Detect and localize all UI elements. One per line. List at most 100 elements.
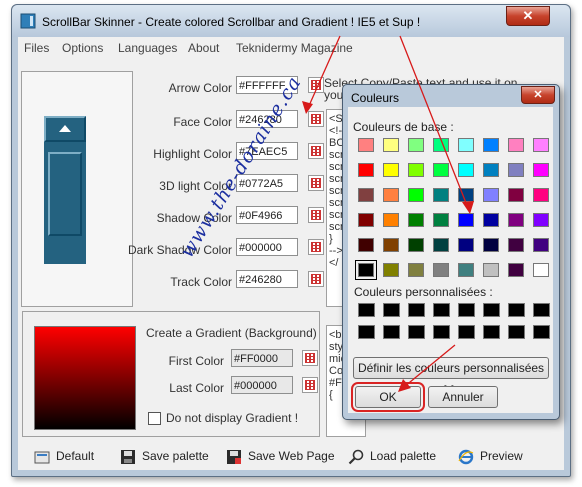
basic-color-swatch[interactable] [408, 138, 424, 152]
first-color-picker-icon[interactable] [302, 350, 318, 366]
scrollbar-preview [44, 116, 86, 264]
basic-color-swatch[interactable] [458, 188, 474, 202]
load-palette-button[interactable]: Load palette [348, 449, 436, 465]
basic-color-swatch[interactable] [458, 263, 474, 277]
basic-color-swatch[interactable] [508, 238, 524, 252]
scrollbar-up-arrow-button [44, 116, 86, 142]
basic-color-swatch[interactable] [458, 163, 474, 177]
basic-color-swatch[interactable] [408, 163, 424, 177]
custom-color-swatch[interactable] [508, 325, 525, 339]
basic-color-swatch[interactable] [483, 163, 499, 177]
basic-color-swatch[interactable] [458, 238, 474, 252]
custom-color-swatch[interactable] [508, 303, 525, 317]
basic-color-swatch[interactable] [383, 213, 399, 227]
title-bar[interactable]: ScrollBar Skinner - Create colored Scrol… [12, 5, 570, 37]
track-color-field[interactable]: #246280 [236, 270, 298, 288]
custom-color-swatch[interactable] [533, 303, 550, 317]
basic-color-swatch[interactable] [533, 213, 549, 227]
menu-about[interactable]: About [188, 41, 219, 55]
basic-color-swatch[interactable] [408, 263, 424, 277]
basic-color-swatch[interactable] [383, 238, 399, 252]
menu-teknidermy-magazine[interactable]: Teknidermy Magazine [236, 41, 353, 55]
save-web-page-button[interactable]: Save Web Page [226, 449, 335, 465]
basic-color-swatch[interactable] [508, 188, 524, 202]
basic-color-swatch[interactable] [533, 263, 549, 277]
basic-color-swatch[interactable] [358, 188, 374, 202]
basic-color-swatch[interactable] [383, 188, 399, 202]
custom-color-swatch[interactable] [383, 325, 400, 339]
custom-color-swatch[interactable] [433, 325, 450, 339]
last-color-label: Last Color [169, 381, 224, 395]
basic-color-swatch[interactable] [433, 263, 449, 277]
menu-languages[interactable]: Languages [118, 41, 177, 55]
basic-color-swatch[interactable] [358, 163, 374, 177]
menu-options[interactable]: Options [62, 41, 103, 55]
basic-color-swatch[interactable] [383, 263, 399, 277]
basic-color-swatch[interactable] [433, 188, 449, 202]
basic-color-swatch[interactable] [533, 163, 549, 177]
custom-color-swatch[interactable] [358, 325, 375, 339]
basic-color-swatch[interactable] [483, 138, 499, 152]
basic-color-swatch[interactable] [433, 238, 449, 252]
shadow-color-picker-icon[interactable] [308, 207, 324, 223]
highlight-color-picker-icon[interactable] [308, 143, 324, 159]
cancel-button[interactable]: Annuler [428, 386, 498, 408]
define-custom-colors-button[interactable]: Définir les couleurs personnalisées >> [353, 357, 549, 395]
basic-color-swatch[interactable] [458, 138, 474, 152]
custom-color-swatch[interactable] [533, 325, 550, 339]
custom-color-swatch[interactable] [458, 325, 475, 339]
basic-color-swatch[interactable] [408, 213, 424, 227]
up-arrow-icon [59, 125, 71, 132]
custom-color-swatch[interactable] [433, 303, 450, 317]
dark-shadow-color-field[interactable]: #000000 [236, 238, 298, 256]
basic-color-swatch[interactable] [408, 238, 424, 252]
basic-color-swatch[interactable] [433, 163, 449, 177]
custom-color-swatch[interactable] [458, 303, 475, 317]
last-color-picker-icon[interactable] [302, 377, 318, 393]
basic-color-swatch[interactable] [483, 188, 499, 202]
custom-color-swatch[interactable] [358, 303, 375, 317]
custom-color-swatch[interactable] [483, 303, 500, 317]
track-color-picker-icon[interactable] [308, 271, 324, 287]
basic-color-swatch[interactable] [508, 263, 524, 277]
last-color-field[interactable]: #000000 [231, 376, 293, 394]
save-palette-button[interactable]: Save palette [120, 449, 209, 465]
shadow-color-field[interactable]: #0F4966 [236, 206, 298, 224]
basic-color-swatch[interactable] [483, 213, 499, 227]
arrow-color-picker-icon[interactable] [308, 77, 324, 93]
hide-gradient-checkbox[interactable] [148, 412, 161, 425]
basic-color-swatch[interactable] [358, 138, 374, 152]
basic-color-swatch[interactable] [358, 238, 374, 252]
default-button[interactable]: Default [34, 449, 94, 465]
basic-color-swatch[interactable] [433, 213, 449, 227]
custom-color-swatch[interactable] [483, 325, 500, 339]
basic-color-swatch[interactable] [483, 263, 499, 277]
dialog-close-button[interactable]: ✕ [521, 86, 555, 104]
custom-color-swatch[interactable] [408, 303, 425, 317]
basic-color-swatch[interactable] [508, 213, 524, 227]
first-color-field[interactable]: #FF0000 [231, 349, 293, 367]
basic-color-swatch[interactable] [433, 138, 449, 152]
3d-light-color-picker-icon[interactable] [308, 175, 324, 191]
basic-color-swatch[interactable] [358, 213, 374, 227]
basic-color-swatch[interactable] [483, 238, 499, 252]
close-button[interactable]: ✕ [506, 6, 550, 26]
basic-color-swatch[interactable] [508, 138, 524, 152]
save-web-page-label: Save Web Page [248, 449, 335, 464]
preview-button[interactable]: Preview [458, 449, 523, 465]
basic-color-swatch[interactable] [383, 138, 399, 152]
basic-color-swatch[interactable] [533, 188, 549, 202]
menu-files[interactable]: Files [24, 41, 49, 55]
basic-color-swatch[interactable] [533, 238, 549, 252]
basic-color-swatch[interactable] [458, 213, 474, 227]
dark-shadow-color-picker-icon[interactable] [308, 239, 324, 255]
basic-color-swatch[interactable] [355, 260, 377, 280]
basic-color-swatch[interactable] [408, 188, 424, 202]
basic-color-swatch[interactable] [383, 163, 399, 177]
ok-button[interactable]: OK [351, 382, 425, 412]
custom-color-swatch[interactable] [408, 325, 425, 339]
basic-color-swatch[interactable] [533, 138, 549, 152]
basic-color-swatch[interactable] [508, 163, 524, 177]
face-color-picker-icon[interactable] [308, 111, 324, 127]
custom-color-swatch[interactable] [383, 303, 400, 317]
